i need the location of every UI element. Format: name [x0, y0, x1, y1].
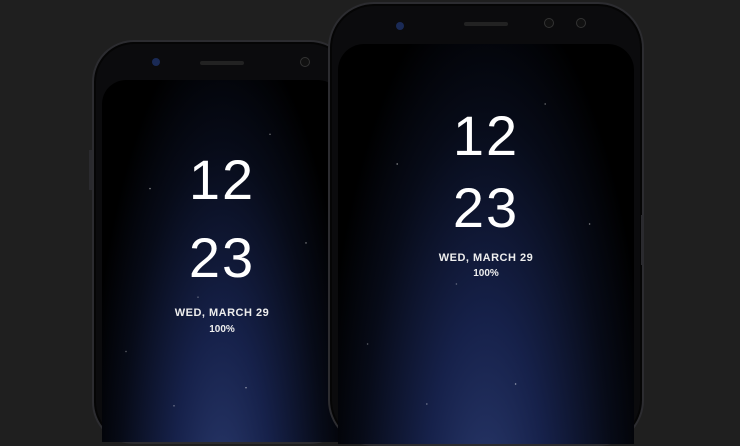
side-button: [641, 215, 644, 265]
sensor-icon: [300, 57, 310, 67]
front-camera-icon: [396, 22, 404, 30]
lock-screen: 12 23 WED, MARCH 29 100%: [102, 80, 342, 442]
clock-minute: 23: [188, 226, 256, 289]
date-text: WED, MARCH 29: [438, 252, 534, 264]
speaker-grille: [464, 22, 508, 26]
speaker-grille: [200, 61, 244, 65]
clock-hour: 12: [188, 148, 256, 211]
battery-text: 100%: [473, 268, 499, 279]
clock-minute: 23: [452, 176, 520, 239]
clock-hour: 12: [452, 104, 520, 167]
date-text: WED, MARCH 29: [174, 307, 270, 319]
front-camera-icon: [152, 58, 160, 66]
battery-text: 100%: [209, 324, 235, 335]
sensor-icon: [544, 18, 554, 28]
side-button: [89, 150, 92, 190]
phone-right: 12 23 WED, MARCH 29 100%: [328, 2, 644, 446]
lock-screen: 12 23 WED, MARCH 29 100%: [338, 44, 634, 444]
iris-scanner-icon: [576, 18, 586, 28]
phone-left: 12 23 WED, MARCH 29 100%: [92, 40, 352, 444]
